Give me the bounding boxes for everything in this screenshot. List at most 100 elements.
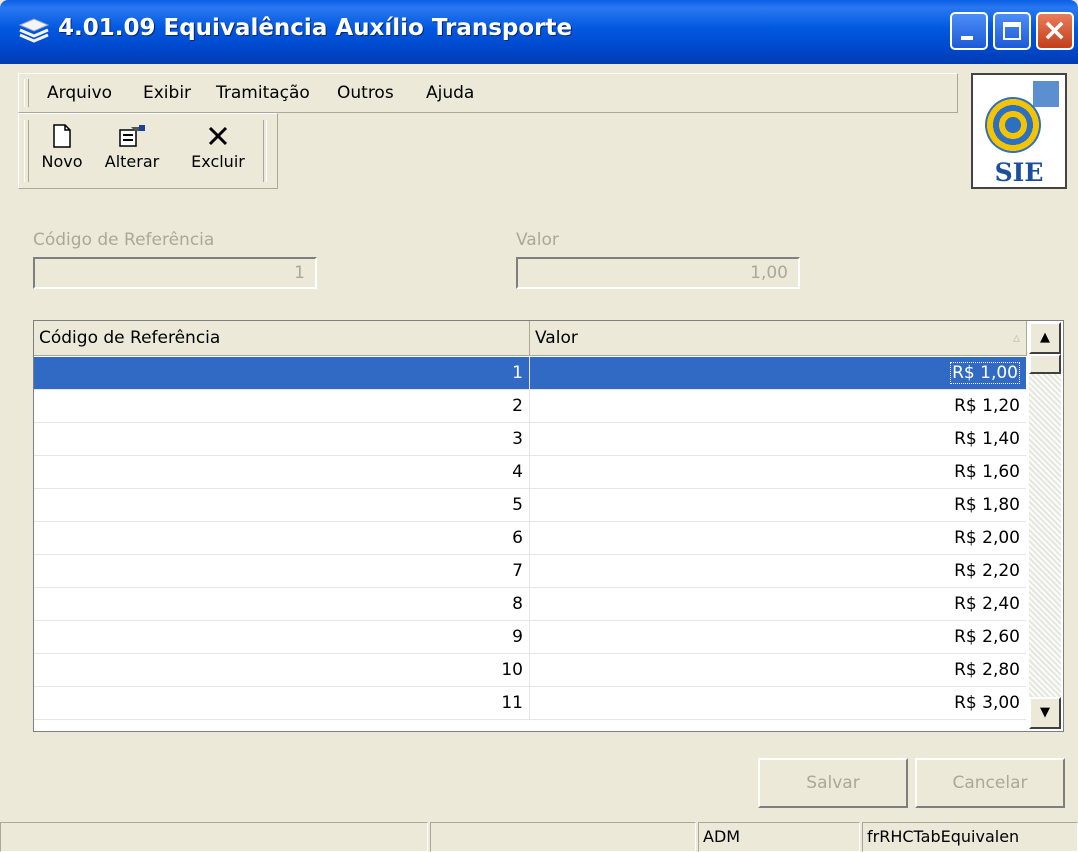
window-title: 4.01.09 Equivalência Auxílio Transporte [58, 15, 573, 41]
cell-valor-text: R$ 1,40 [954, 429, 1020, 449]
cell-codigo: 4 [34, 456, 530, 488]
tool-bar: Novo Alterar Excluir [18, 113, 278, 189]
close-icon: × [1042, 13, 1068, 48]
cell-valor: R$ 3,00 [530, 687, 1026, 719]
menu-outros[interactable]: Outros [337, 83, 394, 103]
edit-properties-icon [93, 118, 171, 152]
status-panel-user: ADM [698, 822, 860, 852]
logo-text: SIE [994, 158, 1044, 187]
cell-valor-text: R$ 1,00 [950, 362, 1020, 384]
codigo-input[interactable]: 1 [33, 257, 317, 289]
cell-valor-text: R$ 1,60 [954, 462, 1020, 482]
table-row[interactable]: 3 R$ 1,40 [34, 423, 1026, 456]
status-bar: ADM frRHCTabEquivalen [0, 822, 1078, 852]
cell-valor: R$ 2,80 [530, 654, 1026, 686]
status-panel-2 [430, 822, 696, 852]
table-row[interactable]: 7 R$ 2,20 [34, 555, 1026, 588]
arrow-up-icon: ▲ [1040, 330, 1050, 345]
app-window: 4.01.09 Equivalência Auxílio Transporte … [0, 0, 1078, 852]
cell-valor: R$ 1,00 [530, 357, 1026, 389]
col-header-codigo[interactable]: Código de Referência [34, 321, 530, 356]
col-header-valor-label: Valor [535, 328, 578, 348]
close-button[interactable]: × [1036, 12, 1074, 50]
cell-valor: R$ 2,40 [530, 588, 1026, 620]
scroll-thumb[interactable] [1029, 354, 1061, 374]
excluir-button[interactable]: Excluir [175, 118, 261, 184]
status-panel-form: frRHCTabEquivalen [862, 822, 1078, 852]
cell-codigo: 8 [34, 588, 530, 620]
cancelar-button[interactable]: Cancelar [915, 758, 1065, 808]
title-bar[interactable]: 4.01.09 Equivalência Auxílio Transporte … [0, 0, 1078, 64]
valor-input[interactable]: 1,00 [516, 257, 800, 289]
cell-codigo: 3 [34, 423, 530, 455]
new-document-icon [33, 118, 91, 152]
cell-codigo: 5 [34, 489, 530, 521]
data-grid: Código de Referência Valor ▵ 1 R$ 1,00 2 R$… [33, 320, 1064, 732]
cell-valor-text: R$ 1,80 [954, 495, 1020, 515]
table-row[interactable]: 8 R$ 2,40 [34, 588, 1026, 621]
codigo-label: Código de Referência [33, 230, 215, 250]
logo-swirl-icon [985, 97, 1041, 153]
minimize-icon [961, 36, 973, 40]
cell-valor-text: R$ 2,80 [954, 660, 1020, 680]
cell-valor: R$ 1,40 [530, 423, 1026, 455]
cell-valor-text: R$ 2,40 [954, 594, 1020, 614]
sort-up-icon: ▵ [1012, 330, 1020, 346]
novo-label: Novo [41, 152, 83, 171]
table-row[interactable]: 1 R$ 1,00 [34, 357, 1026, 390]
alterar-button[interactable]: Alterar [93, 118, 171, 184]
menu-bar: Arquivo Exibir Tramitação Outros Ajuda [18, 73, 958, 113]
col-header-valor[interactable]: Valor ▵ [530, 321, 1027, 356]
table-row[interactable]: 11 R$ 3,00 [34, 687, 1026, 720]
salvar-button[interactable]: Salvar [758, 758, 908, 808]
cell-valor-text: R$ 2,20 [954, 561, 1020, 581]
logo-square [1033, 81, 1059, 107]
delete-x-icon [175, 118, 261, 152]
cell-codigo: 6 [34, 522, 530, 554]
alterar-label: Alterar [104, 152, 160, 171]
table-row[interactable]: 10 R$ 2,80 [34, 654, 1026, 687]
cell-codigo: 9 [34, 621, 530, 653]
cell-codigo: 10 [34, 654, 530, 686]
menu-ajuda[interactable]: Ajuda [426, 83, 474, 103]
app-stack-icon [18, 16, 50, 46]
novo-button[interactable]: Novo [33, 118, 91, 184]
cell-valor-text: R$ 3,00 [954, 693, 1020, 713]
cell-valor-text: R$ 1,20 [954, 396, 1020, 416]
cell-valor: R$ 1,80 [530, 489, 1026, 521]
toolbar-separator [263, 120, 267, 182]
table-row[interactable]: 4 R$ 1,60 [34, 456, 1026, 489]
vertical-scrollbar[interactable]: ▲ ▼ [1029, 322, 1061, 729]
valor-label: Valor [516, 230, 559, 250]
menu-tramitacao[interactable]: Tramitação [216, 83, 310, 103]
col-header-codigo-label: Código de Referência [39, 328, 221, 348]
maximize-button[interactable] [993, 12, 1031, 50]
toolbar-grip[interactable] [24, 120, 29, 182]
arrow-down-icon: ▼ [1040, 705, 1050, 720]
table-row[interactable]: 5 R$ 1,80 [34, 489, 1026, 522]
table-row[interactable]: 2 R$ 1,20 [34, 390, 1026, 423]
table-row[interactable]: 6 R$ 2,00 [34, 522, 1026, 555]
cell-codigo: 1 [34, 357, 530, 389]
cell-valor: R$ 1,60 [530, 456, 1026, 488]
cell-valor: R$ 2,00 [530, 522, 1026, 554]
cell-codigo: 7 [34, 555, 530, 587]
cell-valor: R$ 2,60 [530, 621, 1026, 653]
table-row[interactable]: 9 R$ 2,60 [34, 621, 1026, 654]
scroll-up-button[interactable]: ▲ [1029, 322, 1061, 354]
sie-logo: SIE [971, 73, 1067, 189]
cell-valor: R$ 1,20 [530, 390, 1026, 422]
status-panel-1 [0, 822, 428, 852]
maximize-icon [1003, 22, 1021, 40]
scroll-down-button[interactable]: ▼ [1029, 697, 1061, 729]
menu-exibir[interactable]: Exibir [143, 83, 191, 103]
menubar-grip[interactable] [24, 79, 29, 107]
cell-codigo: 11 [34, 687, 530, 719]
excluir-label: Excluir [191, 152, 245, 171]
minimize-button[interactable] [950, 12, 988, 50]
cell-codigo: 2 [34, 390, 530, 422]
cell-valor-text: R$ 2,00 [954, 528, 1020, 548]
menu-arquivo[interactable]: Arquivo [47, 83, 112, 103]
cell-valor: R$ 2,20 [530, 555, 1026, 587]
cell-valor-text: R$ 2,60 [954, 627, 1020, 647]
